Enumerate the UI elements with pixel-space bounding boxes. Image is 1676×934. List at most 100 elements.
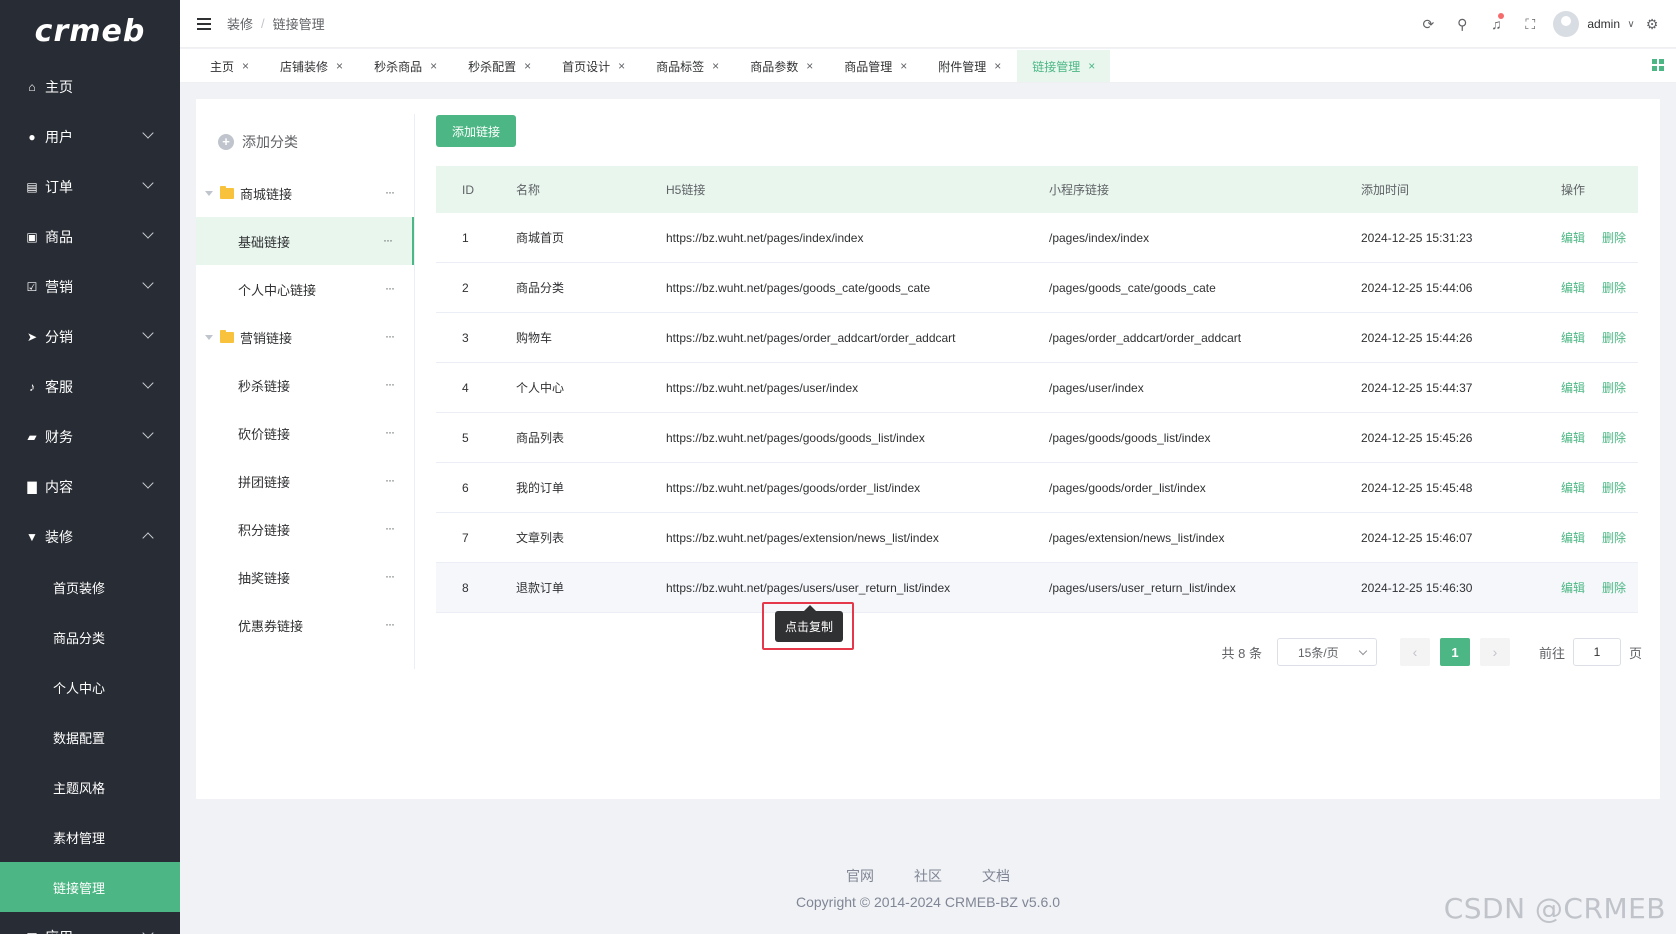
fullscreen-icon[interactable]: ⛶ (1513, 16, 1547, 33)
tab-6[interactable]: 商品参数 × (735, 50, 828, 82)
sidebar-item-8[interactable]: ▇ 内容 (0, 462, 180, 512)
close-icon[interactable]: × (242, 59, 249, 73)
tree-item[interactable]: 优惠券链接 ··· (196, 601, 414, 649)
close-icon[interactable]: × (900, 59, 907, 73)
tree-item[interactable]: 抽奖链接 ··· (196, 553, 414, 601)
close-icon[interactable]: × (1088, 59, 1095, 73)
tab-0[interactable]: 主页 × (195, 50, 264, 82)
more-icon[interactable]: ··· (385, 281, 395, 295)
add-category-button[interactable]: + 添加分类 (196, 114, 414, 169)
tree-item[interactable]: 拼团链接 ··· (196, 457, 414, 505)
more-icon[interactable]: ··· (385, 377, 395, 391)
goto-page-input[interactable]: 1 (1572, 638, 1621, 666)
more-icon[interactable]: ··· (385, 569, 395, 583)
cell-mp-link[interactable]: /pages/users/user_return_list/index (1049, 581, 1361, 595)
delete-button[interactable]: 删除 (1602, 229, 1626, 246)
cell-mp-link[interactable]: /pages/order_addcart/order_addcart (1049, 331, 1361, 345)
edit-button[interactable]: 编辑 (1561, 529, 1585, 546)
sidebar-subitem-4[interactable]: 主题风格 (0, 762, 180, 812)
tree-item[interactable]: 秒杀链接 ··· (196, 361, 414, 409)
more-icon[interactable]: ··· (385, 617, 395, 631)
cell-mp-link[interactable]: /pages/goods/order_list/index (1049, 481, 1361, 495)
add-link-button[interactable]: 添加链接 (436, 115, 516, 147)
tab-4[interactable]: 首页设计 × (547, 50, 640, 82)
delete-button[interactable]: 删除 (1602, 429, 1626, 446)
cell-h5-link[interactable]: https://bz.wuht.net/pages/goods/goods_li… (666, 431, 1049, 445)
caret-down-icon[interactable] (205, 190, 213, 196)
close-icon[interactable]: × (336, 59, 343, 73)
more-icon[interactable]: ··· (385, 425, 395, 439)
grid-icon[interactable] (1652, 59, 1664, 71)
more-icon[interactable]: ··· (383, 233, 393, 247)
settings-icon[interactable]: ⚙ (1638, 16, 1666, 33)
sidebar-item-5[interactable]: ➤ 分销 (0, 312, 180, 362)
cell-h5-link[interactable]: https://bz.wuht.net/pages/order_addcart/… (666, 331, 1049, 345)
edit-button[interactable]: 编辑 (1561, 379, 1585, 396)
tree-item[interactable]: 积分链接 ··· (196, 505, 414, 553)
edit-button[interactable]: 编辑 (1561, 579, 1585, 596)
close-icon[interactable]: × (712, 59, 719, 73)
page-size-select[interactable]: 15条/页 (1276, 638, 1377, 666)
chevron-down-icon[interactable]: ∨ (1624, 19, 1638, 30)
sidebar-item-4[interactable]: ☑ 营销 (0, 262, 180, 312)
notification-icon[interactable]: ♫ (1479, 13, 1513, 32)
caret-down-icon[interactable] (205, 334, 213, 340)
sidebar-item-0[interactable]: ⌂ 主页 (0, 62, 180, 112)
cell-mp-link[interactable]: /pages/goods/goods_list/index (1049, 431, 1361, 445)
sidebar-subitem-3[interactable]: 数据配置 (0, 712, 180, 762)
delete-button[interactable]: 删除 (1602, 279, 1626, 296)
edit-button[interactable]: 编辑 (1561, 479, 1585, 496)
edit-button[interactable]: 编辑 (1561, 429, 1585, 446)
user-name[interactable]: admin (1587, 17, 1620, 31)
sidebar-subitem-5[interactable]: 素材管理 (0, 812, 180, 862)
cell-h5-link[interactable]: https://bz.wuht.net/pages/extension/news… (666, 531, 1049, 545)
menu-toggle-icon[interactable] (197, 17, 211, 30)
delete-button[interactable]: 删除 (1602, 579, 1626, 596)
delete-button[interactable]: 删除 (1602, 379, 1626, 396)
tab-7[interactable]: 商品管理 × (829, 50, 922, 82)
edit-button[interactable]: 编辑 (1561, 329, 1585, 346)
close-icon[interactable]: × (994, 59, 1001, 73)
sidebar-subitem-2[interactable]: 个人中心 (0, 662, 180, 712)
cell-h5-link[interactable]: https://bz.wuht.net/pages/index/index (666, 231, 1049, 245)
sidebar-item-app[interactable]: ▦ 应用 (0, 912, 180, 934)
delete-button[interactable]: 删除 (1602, 329, 1626, 346)
more-icon[interactable]: ··· (385, 473, 395, 487)
tab-9[interactable]: 链接管理 × (1017, 50, 1111, 82)
edit-button[interactable]: 编辑 (1561, 229, 1585, 246)
sidebar-item-6[interactable]: ♪ 客服 (0, 362, 180, 412)
footer-link-community[interactable]: 社区 (914, 866, 942, 886)
more-icon[interactable]: ··· (385, 329, 395, 343)
tree-item[interactable]: 砍价链接 ··· (196, 409, 414, 457)
sidebar-subitem-6[interactable]: 链接管理 (0, 862, 180, 912)
cell-h5-link[interactable]: https://bz.wuht.net/pages/goods/order_li… (666, 481, 1049, 495)
refresh-icon[interactable]: ⟳ (1411, 16, 1445, 33)
cell-mp-link[interactable]: /pages/extension/news_list/index (1049, 531, 1361, 545)
cell-mp-link[interactable]: /pages/goods_cate/goods_cate (1049, 281, 1361, 295)
delete-button[interactable]: 删除 (1602, 529, 1626, 546)
tree-item[interactable]: 基础链接 ··· (196, 217, 414, 265)
cell-h5-link[interactable]: https://bz.wuht.net/pages/users/user_ret… (666, 581, 1049, 595)
search-icon[interactable]: ⚲ (1445, 16, 1479, 33)
tree-item[interactable]: 个人中心链接 ··· (196, 265, 414, 313)
next-page-button[interactable]: › (1479, 638, 1510, 666)
sidebar-subitem-1[interactable]: 商品分类 (0, 612, 180, 662)
tab-8[interactable]: 附件管理 × (923, 50, 1016, 82)
tab-3[interactable]: 秒杀配置 × (453, 50, 546, 82)
sidebar-subitem-0[interactable]: 首页装修 (0, 562, 180, 612)
cell-mp-link[interactable]: /pages/index/index (1049, 231, 1361, 245)
page-number-current[interactable]: 1 (1439, 638, 1470, 666)
delete-button[interactable]: 删除 (1602, 479, 1626, 496)
more-icon[interactable]: ··· (385, 521, 395, 535)
cell-h5-link[interactable]: https://bz.wuht.net/pages/goods_cate/goo… (666, 281, 1049, 295)
cell-h5-link[interactable]: https://bz.wuht.net/pages/user/index (666, 381, 1049, 395)
sidebar-item-7[interactable]: ▰ 财务 (0, 412, 180, 462)
edit-button[interactable]: 编辑 (1561, 279, 1585, 296)
tab-2[interactable]: 秒杀商品 × (359, 50, 452, 82)
breadcrumb-item[interactable]: 装修 (227, 14, 253, 33)
avatar[interactable] (1553, 11, 1580, 37)
tree-group-0[interactable]: 商城链接 ··· (196, 169, 414, 217)
cell-mp-link[interactable]: /pages/user/index (1049, 381, 1361, 395)
prev-page-button[interactable]: ‹ (1399, 638, 1430, 666)
sidebar-item-3[interactable]: ▣ 商品 (0, 212, 180, 262)
